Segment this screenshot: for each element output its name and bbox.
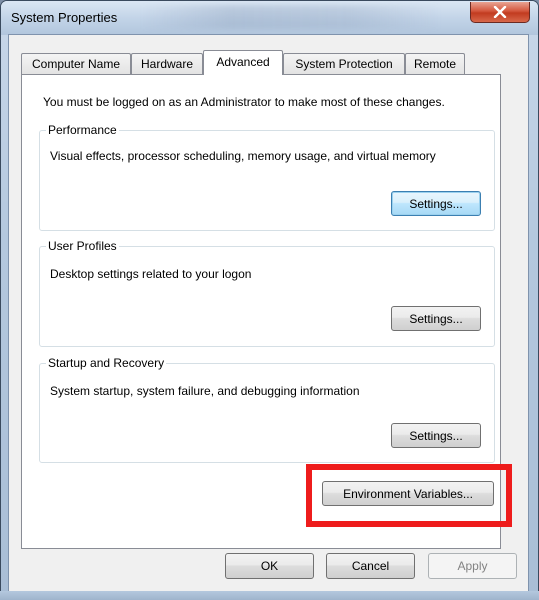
tab-remote[interactable]: Remote bbox=[405, 53, 465, 74]
user-profiles-description: Desktop settings related to your logon bbox=[50, 267, 252, 281]
user-profiles-settings-button[interactable]: Settings... bbox=[391, 306, 481, 331]
performance-settings-button[interactable]: Settings... bbox=[391, 191, 481, 216]
startup-recovery-settings-button[interactable]: Settings... bbox=[391, 423, 481, 448]
window-title: System Properties bbox=[11, 10, 118, 25]
ok-button[interactable]: OK bbox=[225, 553, 314, 579]
apply-button[interactable]: Apply bbox=[428, 553, 517, 579]
tab-system-protection[interactable]: System Protection bbox=[283, 53, 405, 74]
tab-label: Computer Name bbox=[31, 57, 121, 71]
startup-recovery-group: Startup and Recovery System startup, sys… bbox=[39, 356, 495, 463]
tab-label: Hardware bbox=[140, 57, 194, 71]
close-button[interactable] bbox=[470, 2, 530, 23]
advanced-tab-panel: You must be logged on as an Administrato… bbox=[21, 74, 501, 549]
performance-description: Visual effects, processor scheduling, me… bbox=[50, 149, 436, 163]
startup-recovery-title: Startup and Recovery bbox=[46, 356, 167, 370]
user-profiles-group: User Profiles Desktop settings related t… bbox=[39, 239, 495, 347]
tab-label: Remote bbox=[413, 57, 457, 71]
close-x-icon bbox=[493, 6, 507, 18]
tab-label: System Protection bbox=[295, 57, 393, 71]
cancel-button[interactable]: Cancel bbox=[326, 553, 415, 579]
title-bar[interactable]: System Properties bbox=[1, 1, 538, 35]
performance-group: Performance Visual effects, processor sc… bbox=[39, 123, 495, 231]
tab-hardware[interactable]: Hardware bbox=[131, 53, 203, 74]
admin-notice: You must be logged on as an Administrato… bbox=[43, 95, 445, 109]
performance-title: Performance bbox=[46, 123, 119, 137]
window-bottom-border bbox=[0, 591, 539, 600]
user-profiles-title: User Profiles bbox=[46, 239, 119, 253]
startup-recovery-description: System startup, system failure, and debu… bbox=[50, 384, 360, 398]
tab-advanced[interactable]: Advanced bbox=[203, 50, 283, 75]
tab-computer-name[interactable]: Computer Name bbox=[21, 53, 131, 74]
environment-variables-button[interactable]: Environment Variables... bbox=[322, 481, 494, 506]
tab-label: Advanced bbox=[216, 55, 270, 69]
